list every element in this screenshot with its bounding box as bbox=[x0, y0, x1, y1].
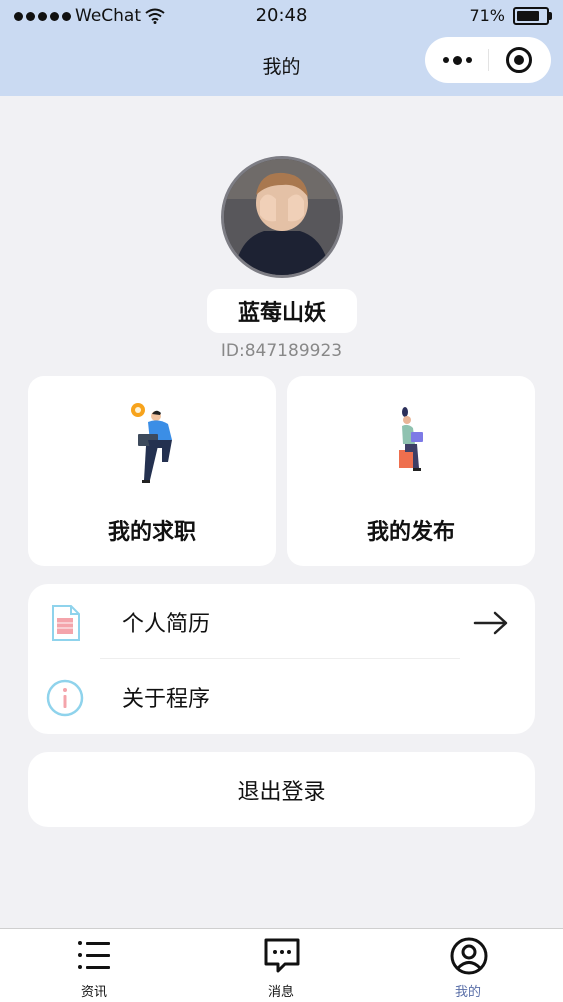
tab-news[interactable]: 资讯 bbox=[34, 929, 154, 1002]
menu-item-resume-label: 个人简历 bbox=[122, 612, 211, 637]
menu-item-resume[interactable]: 个人简历 bbox=[28, 584, 535, 658]
document-icon bbox=[52, 605, 80, 641]
more-button[interactable] bbox=[437, 51, 477, 69]
battery-group: 71% bbox=[469, 6, 552, 25]
logout-button[interactable]: 退出登录 bbox=[28, 752, 535, 827]
tab-messages[interactable]: 消息 bbox=[221, 929, 341, 1002]
list-icon bbox=[78, 941, 110, 969]
mini-program-capsule bbox=[425, 37, 551, 83]
my-posts-card[interactable]: 我的发布 bbox=[287, 376, 535, 566]
user-id: ID:847189923 bbox=[220, 341, 343, 361]
user-name: 蓝莓山妖 bbox=[207, 289, 357, 333]
tab-bar: 资讯 消息 我的 bbox=[0, 928, 563, 1002]
my-posts-label: 我的发布 bbox=[366, 520, 455, 545]
battery-icon bbox=[513, 6, 552, 25]
avatar[interactable] bbox=[221, 156, 343, 278]
settings-menu: 个人简历 关于程序 bbox=[28, 584, 535, 734]
tab-mine-label: 我的 bbox=[454, 985, 481, 1000]
my-jobs-card[interactable]: 我的求职 bbox=[28, 376, 276, 566]
message-icon bbox=[264, 938, 300, 973]
close-program-button[interactable] bbox=[506, 47, 532, 73]
menu-item-about[interactable]: 关于程序 bbox=[28, 659, 535, 733]
battery-percent: 71% bbox=[469, 6, 505, 25]
user-icon bbox=[450, 937, 488, 975]
menu-item-about-label: 关于程序 bbox=[122, 687, 211, 712]
info-icon bbox=[46, 679, 84, 717]
publisher-illustration-icon bbox=[399, 407, 423, 471]
status-bar: WeChat 20:48 71% bbox=[0, 0, 563, 34]
tab-news-label: 资讯 bbox=[80, 985, 107, 1000]
my-jobs-label: 我的求职 bbox=[107, 520, 196, 545]
tab-messages-label: 消息 bbox=[267, 985, 294, 1000]
tab-mine[interactable]: 我的 bbox=[408, 929, 528, 1002]
capsule-divider bbox=[488, 49, 489, 71]
top-bar: WeChat 20:48 71% 我的 bbox=[0, 0, 563, 96]
arrow-right-icon[interactable] bbox=[473, 610, 509, 636]
job-seeker-illustration-icon bbox=[131, 403, 172, 483]
avatar-photo bbox=[224, 159, 340, 275]
